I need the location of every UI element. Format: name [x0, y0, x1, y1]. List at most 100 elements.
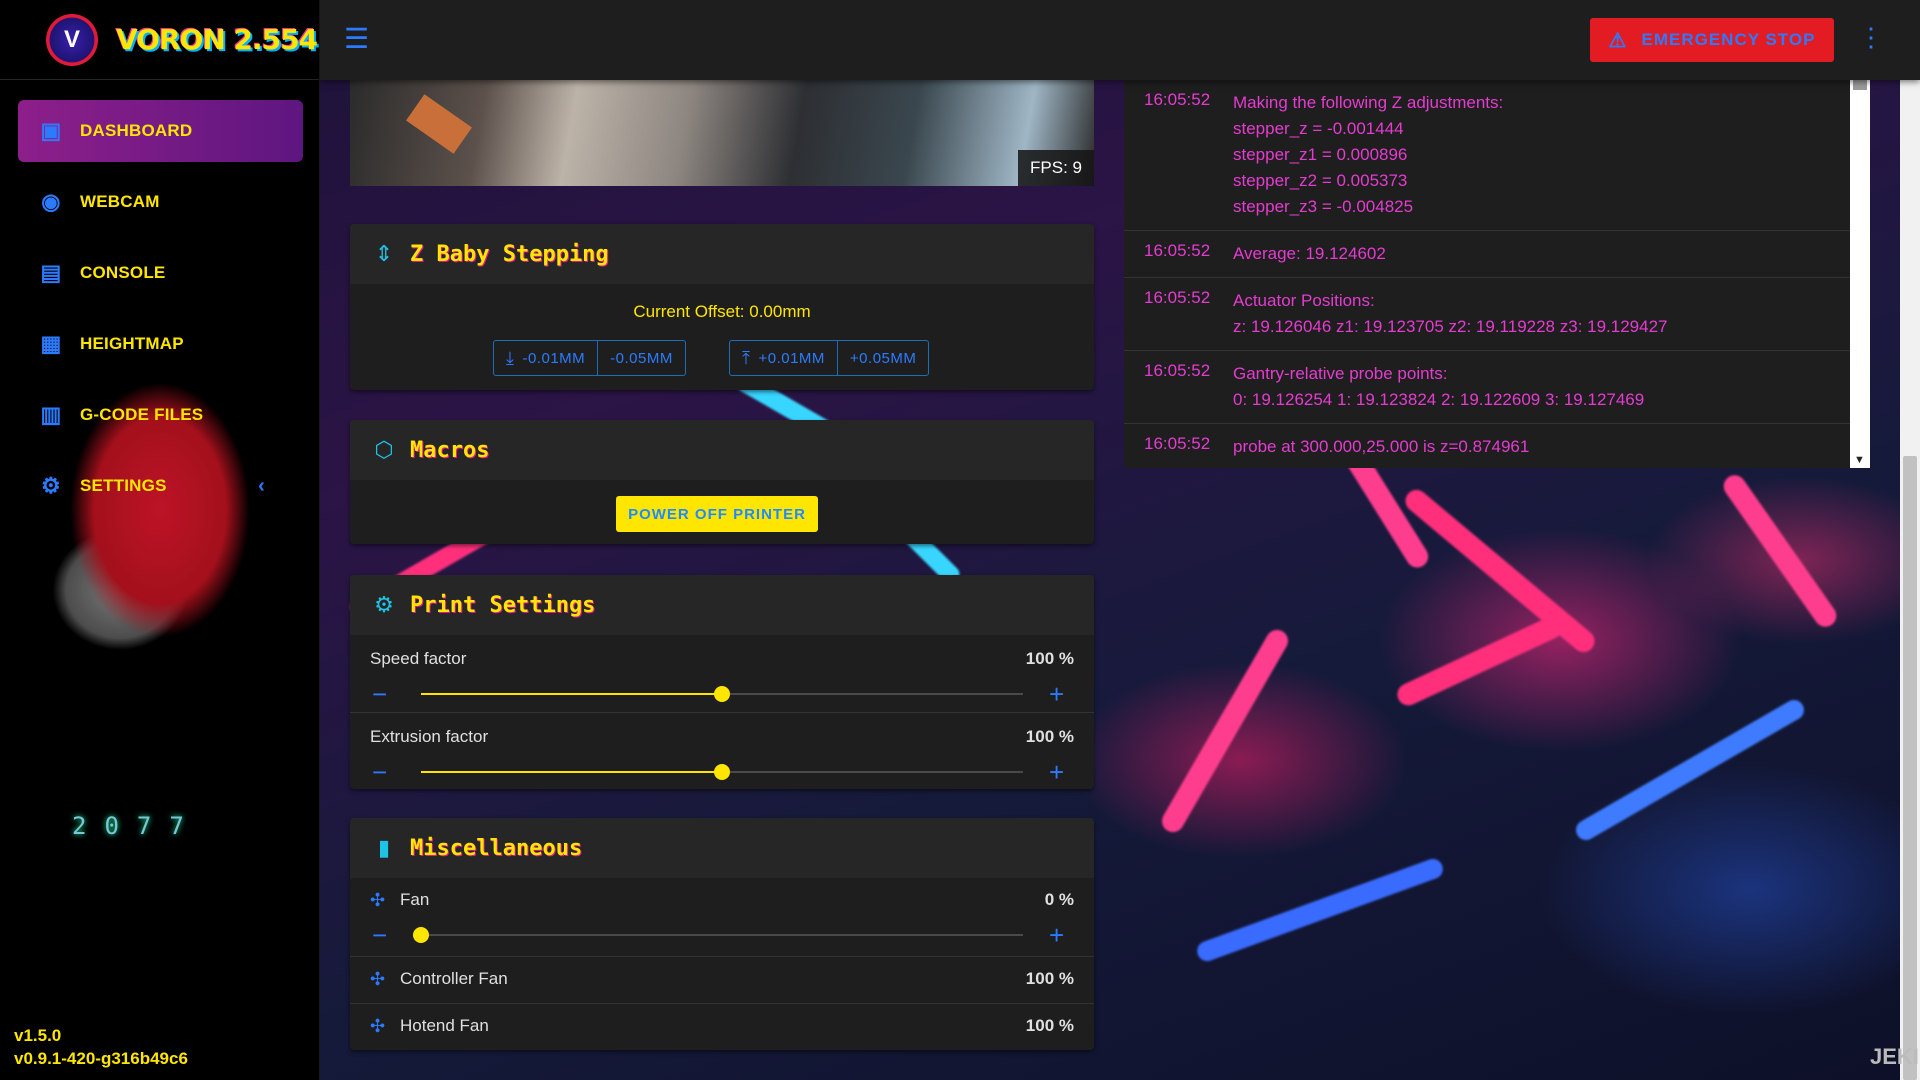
current-offset: Current Offset: 0.00mm	[633, 302, 811, 321]
controller-fan-value: 100 %	[1025, 969, 1074, 988]
brand[interactable]: V VORON 2.554	[0, 0, 319, 80]
fan-value: 0 %	[1044, 890, 1074, 909]
fan-slider[interactable]	[413, 927, 1023, 943]
sidebar-item-label: SETTINGS	[80, 476, 167, 495]
grid-icon: ▦	[40, 331, 62, 356]
hotend-fan-value: 100 %	[1025, 1016, 1074, 1035]
version-info: v1.5.0 v0.9.1-420-g316b49c6	[14, 1024, 188, 1070]
console-message: probe at 300.000,25.000 is z=0.874961	[1233, 437, 1530, 456]
slider-thumb[interactable]	[714, 686, 730, 702]
panel-title: Macros	[410, 437, 490, 463]
console-timestamp: 16:05:52	[1144, 288, 1211, 307]
neon-stick	[1572, 696, 1808, 844]
sidebar: V VORON 2.554 ▣ DASHBOARD ◉ WEBCAM ▤ CON…	[0, 0, 320, 1080]
sidebar-item-console[interactable]: ▤ CONSOLE	[18, 242, 303, 304]
cube-icon: ⬡	[374, 437, 394, 462]
speed-factor-slider[interactable]	[421, 686, 1023, 702]
emergency-stop-label: EMERGENCY STOP	[1641, 30, 1816, 49]
voron-logo: V	[46, 13, 98, 66]
extrusion-factor-label: Extrusion factor	[370, 727, 489, 746]
page-scrollbar[interactable]	[1900, 0, 1920, 1080]
z-down-small-button[interactable]: ⤓ -0.01MM	[494, 341, 597, 375]
panel-header: ▮ Miscellaneous	[350, 818, 1094, 878]
speed-factor-row: Speed factor 100 % − +	[350, 635, 1094, 712]
console-message: Average: 19.124602	[1233, 244, 1386, 263]
neon-stick	[1401, 485, 1599, 657]
file-code-icon: ▥	[40, 402, 62, 427]
fan-icon: ✣	[370, 890, 386, 910]
slider-thumb[interactable]	[714, 764, 730, 780]
sidebar-item-label: DASHBOARD	[80, 121, 193, 140]
console-entry: 16:05:52 Making the following Z adjustme…	[1124, 80, 1870, 231]
extrusion-factor-row: Extrusion factor 100 % − +	[350, 712, 1094, 789]
webcam-stream[interactable]: FPS: 9	[350, 80, 1094, 186]
monitor-icon: ▣	[40, 118, 62, 143]
sidebar-item-label: WEBCAM	[80, 192, 160, 211]
panel-title: Z Baby Stepping	[410, 241, 609, 267]
panel-title: Print Settings	[410, 592, 596, 618]
fan-row: ✣ Fan 0 % − +	[350, 878, 1094, 956]
extrusion-factor-slider[interactable]	[421, 764, 1023, 780]
top-bar: ☰ ⚠ EMERGENCY STOP ⋮	[320, 0, 1920, 80]
scrollbar-thumb[interactable]	[1903, 456, 1917, 1080]
neon-stick	[1157, 625, 1293, 837]
miscellaneous-panel: ▮ Miscellaneous ✣ Fan 0 % − + ✣ Controll…	[350, 818, 1094, 1050]
sidebar-item-label: HEIGHTMAP	[80, 334, 184, 353]
scrollbar-thumb[interactable]	[1853, 80, 1867, 90]
console-entry: 16:05:52 Actuator Positions: z: 19.12604…	[1124, 278, 1870, 351]
fan-decrease-button[interactable]: −	[372, 922, 387, 948]
print-settings-panel: ⚙ Print Settings Speed factor 100 % − + …	[350, 575, 1094, 789]
controller-fan-row: ✣ Controller Fan 100 %	[350, 956, 1094, 1003]
scroll-down-arrow-icon[interactable]: ▼	[1854, 454, 1865, 466]
z-down-large-button[interactable]: -0.05MM	[597, 341, 685, 375]
equalizer-icon: ▮	[377, 835, 391, 860]
sidebar-item-label: G-CODE FILES	[80, 405, 204, 424]
z-down-small-label: -0.01MM	[522, 349, 586, 367]
speed-decrease-button[interactable]: −	[372, 681, 387, 707]
console-timestamp: 16:05:52	[1144, 434, 1211, 453]
sidebar-item-settings[interactable]: ⚙ SETTINGS ‹	[18, 455, 303, 517]
hotend-fan-label: Hotend Fan	[400, 1016, 489, 1035]
neon-stick	[1719, 470, 1841, 632]
z-up-small-label: +0.01MM	[758, 349, 825, 367]
z-down-group: ⤓ -0.01MM -0.05MM	[493, 340, 686, 376]
sidebar-item-heightmap[interactable]: ▦ HEIGHTMAP	[18, 313, 303, 375]
server-version: v0.9.1-420-g316b49c6	[14, 1049, 188, 1068]
hamburger-menu-icon[interactable]: ☰	[344, 24, 374, 54]
console-timestamp: 16:05:52	[1144, 90, 1211, 109]
console-entry: 16:05:52 Average: 19.124602	[1124, 231, 1870, 278]
console-scrollbar[interactable]: ▼	[1850, 80, 1870, 468]
chevron-left-icon[interactable]: ‹	[258, 475, 265, 498]
sidebar-nav: ▣ DASHBOARD ◉ WEBCAM ▤ CONSOLE ▦ HEIGHTM…	[0, 80, 319, 517]
z-up-large-button[interactable]: +0.05MM	[836, 341, 928, 375]
fan-increase-button[interactable]: +	[1049, 922, 1064, 948]
console-entry: 16:05:52 probe at 300.000,25.000 is z=0.…	[1124, 424, 1870, 468]
speed-increase-button[interactable]: +	[1049, 681, 1064, 707]
arrow-up-icon: ⤒	[742, 347, 751, 368]
neon-stick	[1194, 856, 1446, 964]
extrusion-factor-value: 100 %	[1025, 727, 1074, 746]
slider-fill	[421, 693, 722, 695]
slider-fill	[421, 771, 722, 773]
z-up-small-button[interactable]: ⤒ +0.01MM	[730, 341, 837, 375]
sidebar-item-webcam[interactable]: ◉ WEBCAM	[18, 171, 303, 233]
console-timestamp: 16:05:52	[1144, 361, 1211, 380]
console-icon: ▤	[40, 260, 62, 285]
console-output[interactable]: 16:05:52 Making the following Z adjustme…	[1124, 80, 1870, 468]
sidebar-item-dashboard[interactable]: ▣ DASHBOARD	[18, 100, 303, 162]
macros-panel: ⬡ Macros POWER OFF PRINTER	[350, 420, 1094, 544]
slider-thumb[interactable]	[413, 927, 429, 943]
panel-header: ⬡ Macros	[350, 420, 1094, 480]
console-message: Gantry-relative probe points: 0: 19.1262…	[1233, 364, 1645, 409]
extrusion-decrease-button[interactable]: −	[372, 759, 387, 785]
more-vert-icon[interactable]: ⋮	[1858, 22, 1884, 53]
power-off-printer-button[interactable]: POWER OFF PRINTER	[616, 496, 818, 532]
console-entry: 16:05:52 Gantry-relative probe points: 0…	[1124, 351, 1870, 424]
console-message: Making the following Z adjustments: step…	[1233, 93, 1504, 216]
sidebar-item-gcode-files[interactable]: ▥ G-CODE FILES	[18, 384, 303, 446]
emergency-stop-button[interactable]: ⚠ EMERGENCY STOP	[1590, 18, 1834, 62]
extrusion-increase-button[interactable]: +	[1049, 759, 1064, 785]
z-baby-stepping-panel: ⇕ Z Baby Stepping Current Offset: 0.00mm…	[350, 224, 1094, 390]
gear-icon: ⚙	[41, 473, 61, 498]
eye-icon: ◉	[41, 189, 61, 214]
